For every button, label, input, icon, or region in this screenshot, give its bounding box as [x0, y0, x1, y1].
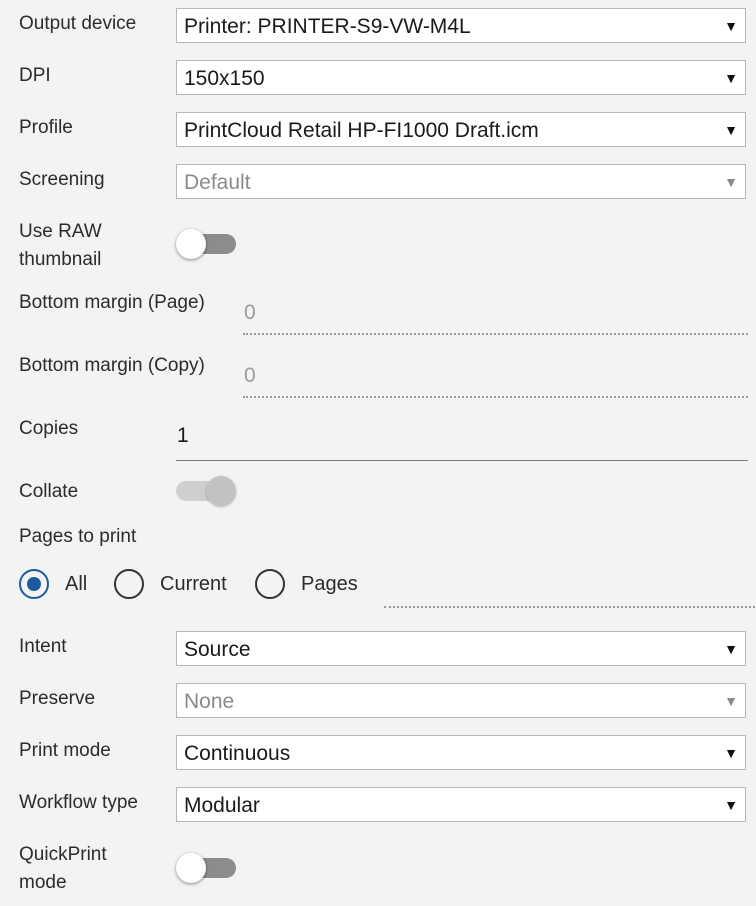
quickprint-mode-toggle[interactable] [176, 853, 236, 883]
quickprint-mode-label-line1: QuickPrint [19, 844, 107, 865]
profile-select[interactable]: PrintCloud Retail HP-FI1000 Draft.icm ▼ [176, 112, 746, 147]
print-mode-value: Continuous [184, 742, 291, 765]
preserve-label: Preserve [19, 688, 96, 709]
chevron-down-icon: ▼ [724, 70, 738, 86]
chevron-down-icon: ▼ [724, 641, 738, 657]
chevron-down-icon: ▼ [724, 797, 738, 813]
chevron-down-icon: ▼ [724, 122, 738, 138]
radio-selected-dot [27, 577, 41, 591]
profile-value: PrintCloud Retail HP-FI1000 Draft.icm [184, 119, 539, 142]
radio-current[interactable] [114, 569, 144, 599]
copies-value: 1 [177, 424, 189, 447]
print-mode-select[interactable]: Continuous ▼ [176, 735, 746, 770]
radio-pages-label[interactable]: Pages [301, 570, 358, 598]
chevron-down-icon: ▼ [724, 174, 738, 190]
output-device-select[interactable]: Printer: PRINTER-S9-VW-M4L ▼ [176, 8, 746, 43]
chevron-down-icon: ▼ [724, 745, 738, 761]
profile-label: Profile [19, 117, 73, 138]
raw-thumbnail-toggle[interactable] [176, 229, 236, 259]
pages-to-print-label: Pages to print [19, 526, 137, 547]
bottom-margin-copy-label: Bottom margin (Copy) [19, 355, 205, 376]
bottom-margin-copy-value: 0 [244, 364, 256, 387]
screening-label: Screening [19, 169, 105, 190]
dpi-label: DPI [19, 65, 51, 86]
intent-label: Intent [19, 636, 67, 657]
radio-pages[interactable] [255, 569, 285, 599]
collate-label: Collate [19, 481, 79, 502]
bottom-margin-copy-input[interactable]: 0 [243, 356, 748, 398]
output-device-label: Output device [19, 13, 137, 34]
collate-toggle[interactable] [176, 476, 236, 506]
workflow-type-value: Modular [184, 794, 260, 817]
toggle-thumb [176, 853, 206, 883]
pages-range-input[interactable] [384, 566, 755, 608]
intent-select[interactable]: Source ▼ [176, 631, 746, 666]
preserve-value: None [184, 690, 235, 713]
copies-label: Copies [19, 418, 79, 439]
output-device-value: Printer: PRINTER-S9-VW-M4L [184, 15, 471, 38]
screening-value: Default [184, 171, 251, 194]
screening-select[interactable]: Default ▼ [176, 164, 746, 199]
toggle-thumb [176, 229, 206, 259]
print-mode-label: Print mode [19, 740, 111, 761]
raw-thumbnail-label-line2: thumbnail [19, 249, 102, 270]
dpi-value: 150x150 [184, 67, 265, 90]
radio-current-label[interactable]: Current [160, 570, 227, 598]
workflow-type-label: Workflow type [19, 792, 138, 813]
preserve-select[interactable]: None ▼ [176, 683, 746, 718]
chevron-down-icon: ▼ [724, 18, 738, 34]
intent-value: Source [184, 638, 251, 661]
raw-thumbnail-label-line1: Use RAW [19, 221, 102, 242]
workflow-type-select[interactable]: Modular ▼ [176, 787, 746, 822]
chevron-down-icon: ▼ [724, 693, 738, 709]
copies-input[interactable]: 1 [176, 418, 748, 461]
toggle-thumb [206, 476, 236, 506]
bottom-margin-page-label: Bottom margin (Page) [19, 292, 205, 313]
bottom-margin-page-value: 0 [244, 301, 256, 324]
quickprint-mode-label-line2: mode [19, 872, 67, 893]
bottom-margin-page-input[interactable]: 0 [243, 293, 748, 335]
radio-all-label[interactable]: All [65, 570, 87, 598]
dpi-select[interactable]: 150x150 ▼ [176, 60, 746, 95]
radio-all[interactable] [19, 569, 49, 599]
